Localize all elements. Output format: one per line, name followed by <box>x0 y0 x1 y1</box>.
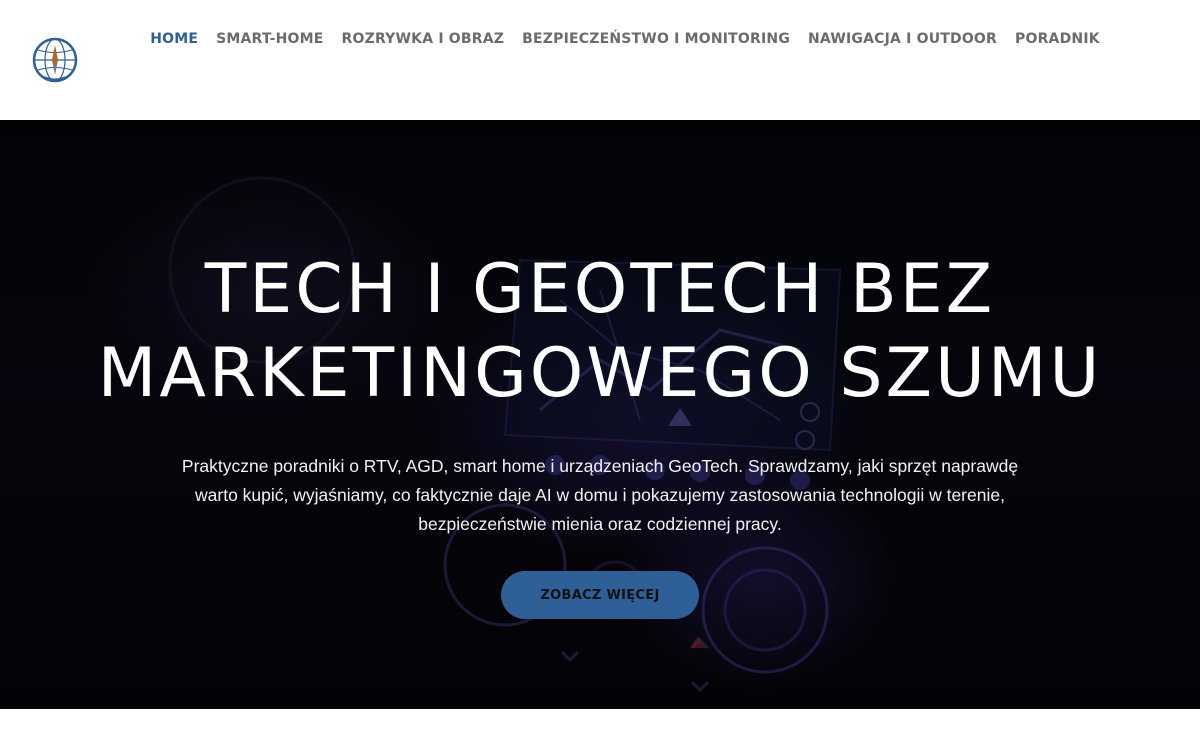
site-header: HOME SMART-HOME ROZRYWKA I OBRAZ BEZPIEC… <box>0 0 1200 120</box>
hero-section: TECH I GEOTECH BEZ MARKETINGOWEGO SZUMU … <box>0 120 1200 709</box>
content-area-start <box>0 709 1200 750</box>
nav-item-rozrywka-i-obraz[interactable]: ROZRYWKA I OBRAZ <box>333 30 514 49</box>
nav-item-nawigacja-i-outdoor[interactable]: NAWIGACJA I OUTDOOR <box>799 30 1006 49</box>
main-navigation: HOME SMART-HOME ROZRYWKA I OBRAZ BEZPIEC… <box>110 30 1140 49</box>
nav-item-poradnik[interactable]: PORADNIK <box>1006 30 1109 49</box>
nav-item-home[interactable]: HOME <box>141 30 207 49</box>
nav-item-bezpieczenstwo-i-monitoring[interactable]: BEZPIECZEŃSTWO I MONITORING <box>513 30 799 49</box>
compass-globe-logo-icon <box>32 37 78 83</box>
hero-title: TECH I GEOTECH BEZ MARKETINGOWEGO SZUMU <box>97 250 1103 413</box>
see-more-button[interactable]: ZOBACZ WIĘCEJ <box>501 571 699 619</box>
hero-description: Praktyczne poradniki o RTV, AGD, smart h… <box>181 456 1019 534</box>
nav-item-smart-home[interactable]: SMART-HOME <box>207 30 332 49</box>
site-logo[interactable] <box>30 35 80 85</box>
